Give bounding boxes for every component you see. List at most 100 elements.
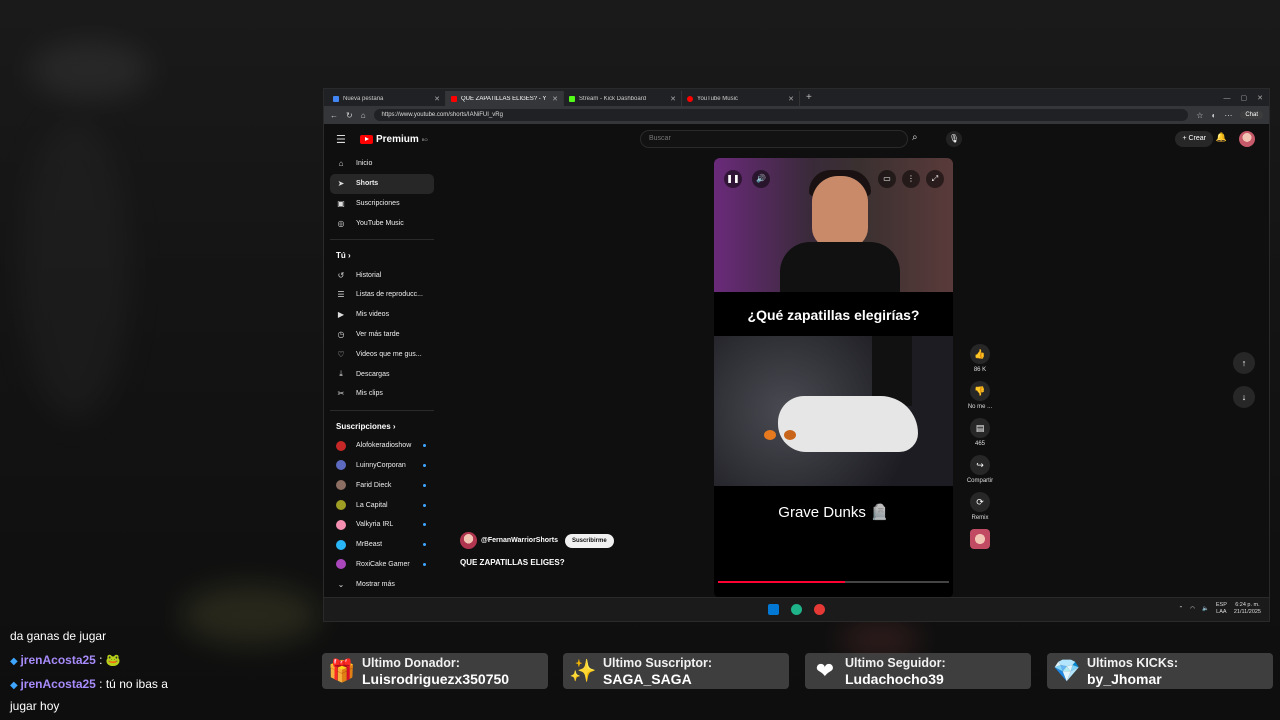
channel-avatar xyxy=(336,480,346,491)
extensions-icon[interactable]: ◐ xyxy=(1211,111,1216,120)
sidebar-item-playlists[interactable]: ☰ Listas de reproducc... xyxy=(330,285,434,305)
more-icon[interactable]: ⋯ xyxy=(1224,111,1232,120)
subscription-item[interactable]: Alofokeradioshow xyxy=(330,436,434,456)
subscription-item[interactable]: LuinnyCorporan xyxy=(330,456,434,476)
chat-username[interactable]: jrenAcosta25 xyxy=(20,653,95,667)
close-icon[interactable]: ✕ xyxy=(434,95,440,103)
dislike-button[interactable]: 👎 No me ... xyxy=(960,381,1000,410)
stat-text: Ultimos KICKs: by_Jhomar xyxy=(1087,655,1178,687)
microphone-icon[interactable]: 🎙 xyxy=(946,131,962,147)
close-icon[interactable]: ✕ xyxy=(788,95,794,103)
clock[interactable]: 6:24 p. m. 21/11/2025 xyxy=(1234,602,1261,616)
channel-row: @FernanWarriorShorts Suscribirme xyxy=(460,532,614,549)
subscription-item[interactable]: RoxiCake Gamer xyxy=(330,555,434,575)
gift-icon: 🎁 xyxy=(328,658,356,683)
tab-kick[interactable]: Stream - Kick Dashboard ✕ xyxy=(564,91,682,106)
channel-avatar xyxy=(336,559,346,570)
language-indicator[interactable]: ESP LAA xyxy=(1216,602,1227,616)
stat-label: Ultimo Donador: xyxy=(362,656,460,670)
sidebar-item-label: Videos que me gus... xyxy=(356,350,422,358)
chevron-down-icon: ⌄ xyxy=(337,579,345,589)
reload-icon[interactable]: ↻ xyxy=(346,111,353,120)
maximize-icon[interactable]: ▢ xyxy=(1241,91,1248,106)
new-content-dot xyxy=(423,562,426,566)
volume-icon[interactable]: 🔊 xyxy=(752,170,770,188)
menu-icon[interactable]: ☰ xyxy=(336,133,360,146)
avatar[interactable] xyxy=(1239,131,1255,147)
windows-start-icon[interactable] xyxy=(768,604,779,615)
subscription-item[interactable]: MrBeast xyxy=(330,535,434,555)
star-icon[interactable]: ☆ xyxy=(1196,111,1203,120)
show-more-button[interactable]: ⌄ Mostrar más xyxy=(330,574,434,594)
minimize-icon[interactable]: — xyxy=(1224,91,1231,106)
url-field[interactable]: https://www.youtube.com/shorts/IANiFUI_v… xyxy=(373,109,1189,121)
back-icon[interactable]: ← xyxy=(330,111,338,120)
close-window-icon[interactable]: ✕ xyxy=(1257,91,1263,106)
volume-icon[interactable]: 🔈 xyxy=(1202,606,1209,612)
sidebar-item-youtube-music[interactable]: ◎ YouTube Music xyxy=(330,213,434,233)
comments-button[interactable]: ▤ 465 xyxy=(960,418,1000,447)
search-input[interactable]: Buscar xyxy=(640,130,908,148)
edge-icon[interactable] xyxy=(791,604,802,615)
channel-name[interactable]: @FernanWarriorShorts xyxy=(481,537,558,544)
sidebar-item-clips[interactable]: ✂ Mis clips xyxy=(330,384,434,404)
home-icon[interactable]: ⌂ xyxy=(361,111,366,120)
sidebar-item-download[interactable]: ⤓ Descargas xyxy=(330,364,434,384)
channel-avatar[interactable] xyxy=(460,532,477,549)
subscription-item[interactable]: La Capital xyxy=(330,495,434,515)
sidebar-item-liked-videos[interactable]: ♡ Videos que me gus... xyxy=(330,344,434,364)
tab-title: Stream - Kick Dashboard xyxy=(579,95,647,102)
sidebar-item-my-videos[interactable]: ▶ Mis videos xyxy=(330,305,434,325)
subscribe-button[interactable]: Suscribirme xyxy=(564,533,614,548)
chat-button[interactable]: Chat xyxy=(1240,111,1263,119)
sidebar-item-shorts[interactable]: ➤ Shorts xyxy=(330,173,434,194)
chat-username[interactable]: jrenAcosta25 xyxy=(20,677,95,691)
sidebar-item-history[interactable]: ↺ Historial xyxy=(330,265,434,285)
sidebar-item-watch-later[interactable]: ◷ Ver más tarde xyxy=(330,325,434,345)
next-short-icon[interactable]: ↓ xyxy=(1233,386,1255,408)
like-icon: 👍 xyxy=(970,344,990,364)
close-icon[interactable]: ✕ xyxy=(552,95,558,103)
remix-button[interactable]: ⟳ Remix xyxy=(960,492,1000,521)
you-heading[interactable]: Tú › xyxy=(330,246,434,265)
search-icon[interactable]: ⌕ xyxy=(912,132,918,143)
short-player[interactable]: ❚❚ 🔊 ▭ ⋮ ⤢ ¿Qué zapatillas elegirías? Gr… xyxy=(714,158,953,598)
tab-music[interactable]: YouTube Music ✕ xyxy=(682,91,800,106)
tab-short[interactable]: QUE ZAPATILLAS ELIGES? - Y ✕ xyxy=(446,91,564,106)
wifi-icon[interactable]: ◠ xyxy=(1190,606,1195,612)
create-button[interactable]: + Crear xyxy=(1175,131,1213,147)
like-button[interactable]: 👍 86 K xyxy=(960,344,1000,373)
progress-fill xyxy=(718,581,846,583)
progress-bar[interactable] xyxy=(718,581,949,583)
sidebar-item-suscripciones[interactable]: ▣ Suscripciones xyxy=(330,194,434,214)
sidebar-item-inicio[interactable]: ⌂ Inicio xyxy=(330,154,434,174)
new-tab-icon[interactable]: + xyxy=(800,91,818,106)
chat-separator: : xyxy=(95,677,103,691)
subscriptions-heading[interactable]: Suscripciones › xyxy=(330,417,434,436)
subscription-item[interactable]: Valkyria IRL xyxy=(330,515,434,535)
obs-icon[interactable] xyxy=(814,604,825,615)
remix-icon: ⟳ xyxy=(970,492,990,512)
tab-new[interactable]: Nueva pestaña ✕ xyxy=(328,91,446,106)
short-caption: Grave Dunks 🪦 xyxy=(778,504,889,521)
background-blob xyxy=(20,120,130,420)
sound-thumbnail[interactable] xyxy=(960,529,1000,549)
close-icon[interactable]: ✕ xyxy=(670,95,676,103)
share-button[interactable]: ↪ Compartir xyxy=(960,455,1000,484)
new-content-dot xyxy=(423,503,426,507)
sidebar: ⌂ Inicio ➤ Shorts ▣ Suscripciones ◎ YouTube Mus… xyxy=(330,154,434,594)
clips-icon: ✂ xyxy=(337,389,345,399)
bell-icon[interactable]: 🔔 xyxy=(1216,132,1227,143)
captions-icon[interactable]: ▭ xyxy=(878,170,896,188)
chevron-up-icon[interactable]: ⌃ xyxy=(1179,606,1184,612)
more-icon[interactable]: ⋮ xyxy=(902,170,920,188)
pause-icon[interactable]: ❚❚ xyxy=(724,170,742,188)
sidebar-item-label: Inicio xyxy=(356,160,373,168)
fullscreen-icon[interactable]: ⤢ xyxy=(926,170,944,188)
like-count: 86 K xyxy=(973,367,987,373)
previous-short-icon[interactable]: ↑ xyxy=(1233,352,1255,374)
subscription-item[interactable]: Farid Dieck xyxy=(330,475,434,495)
youtube-logo[interactable]: Premium BO xyxy=(360,134,428,145)
sparkles-icon: ✨ xyxy=(569,658,597,683)
heart-icon: ❤ xyxy=(815,658,835,683)
